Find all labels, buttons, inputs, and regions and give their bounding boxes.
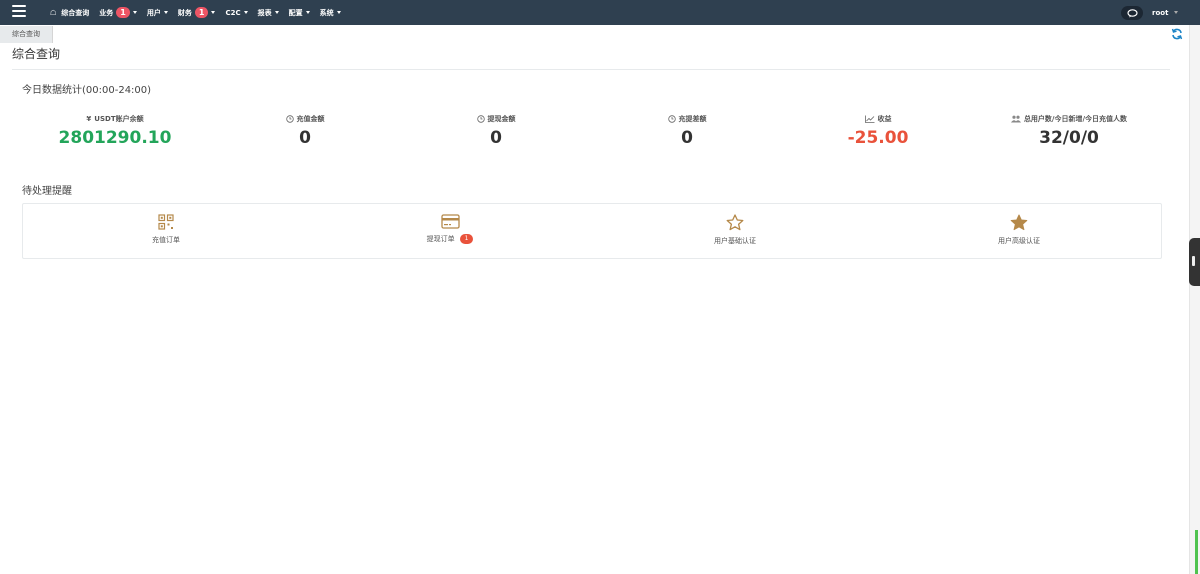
nav-item-business[interactable]: 业务 1 (99, 7, 137, 18)
page-header: 综合查询 (12, 45, 60, 62)
star-filled-icon (1010, 214, 1028, 231)
pending-advanced-verification[interactable]: 用户高级认证 (919, 214, 1119, 246)
pending-title: 待处理提醒 (22, 186, 72, 197)
credit-card-icon (440, 214, 460, 229)
stat-value: 0 (299, 128, 311, 148)
nav-item-c2c[interactable]: C2C (225, 9, 248, 17)
top-navbar: ☖ 综合查询 业务 1 用户 财务 1 C2C 报表 配置 系统 root (0, 0, 1200, 25)
caret-down-icon (336, 11, 341, 14)
username: root (1152, 8, 1169, 17)
stat-value: 2801290.10 (58, 128, 172, 148)
caret-down-icon (132, 11, 137, 14)
stat-value: 32/0/0 (1039, 128, 1099, 148)
nav-item-users[interactable]: 用户 (147, 8, 168, 18)
stat-profit: 收益 -25.00 (783, 114, 973, 148)
clock-icon (667, 115, 676, 123)
caret-down-icon (305, 11, 310, 14)
stat-value: -25.00 (847, 128, 909, 148)
star-outline-icon (726, 214, 744, 231)
caret-down-icon (243, 11, 248, 14)
tab-overview[interactable]: 综合查询 (0, 26, 53, 43)
nav-item-config[interactable]: 配置 (289, 8, 310, 18)
pending-basic-verification[interactable]: 用户基础认证 (635, 214, 835, 246)
stat-value: 0 (681, 128, 693, 148)
divider (12, 69, 1170, 70)
nav-item-overview[interactable]: ☖ 综合查询 (50, 8, 89, 18)
page-title: 综合查询 (12, 47, 61, 61)
notification-badge: 1 (459, 234, 474, 244)
today-stats-title: 今日数据统计(00:00-24:00) (22, 85, 152, 96)
user-menu[interactable]: root (1152, 0, 1179, 25)
caret-down-icon (163, 11, 168, 14)
clock-icon (476, 115, 485, 123)
yen-icon: ¥ (86, 115, 92, 123)
refresh-icon[interactable] (1171, 28, 1183, 40)
nav-item-reports[interactable]: 报表 (258, 8, 279, 18)
tab-strip: 综合查询 (0, 26, 53, 43)
clock-icon (285, 115, 294, 123)
scroll-indicator (1195, 530, 1198, 574)
stat-net-difference: 充提差额 0 (592, 114, 782, 148)
vertical-scrollbar[interactable] (1189, 25, 1200, 574)
caret-down-icon (211, 11, 216, 14)
users-icon (1010, 115, 1021, 123)
pending-panel: 充值订单 提现订单 1 用户基础认证 用户高级认证 (22, 203, 1162, 259)
stat-deposit-amount: 充值金额 0 (210, 114, 400, 148)
line-chart-icon (864, 115, 874, 123)
main-nav: ☖ 综合查询 业务 1 用户 财务 1 C2C 报表 配置 系统 (50, 0, 351, 25)
stat-user-counts: 总用户数/今日新增/今日充值人数 32/0/0 (974, 114, 1164, 148)
notification-badge: 1 (116, 7, 130, 18)
nav-item-system[interactable]: 系统 (320, 8, 341, 18)
nav-item-finance[interactable]: 财务 1 (178, 7, 216, 18)
chat-button[interactable] (1121, 6, 1143, 20)
stat-value: 0 (490, 128, 502, 148)
caret-down-icon (274, 11, 279, 14)
stat-usdt-balance: ¥ USDT账户余额 2801290.10 (20, 114, 210, 148)
qrcode-icon (158, 214, 174, 230)
stat-withdraw-amount: 提现金额 0 (401, 114, 591, 148)
home-icon: ☖ (50, 8, 57, 17)
scrollbar-thumb[interactable] (1189, 238, 1200, 286)
chat-icon (1126, 8, 1138, 17)
caret-down-icon (1174, 11, 1179, 14)
notification-badge: 1 (194, 7, 209, 18)
pending-deposit-orders[interactable]: 充值订单 (66, 214, 266, 245)
menu-toggle-icon[interactable] (12, 5, 26, 19)
pending-withdraw-orders[interactable]: 提现订单 1 (350, 214, 550, 244)
